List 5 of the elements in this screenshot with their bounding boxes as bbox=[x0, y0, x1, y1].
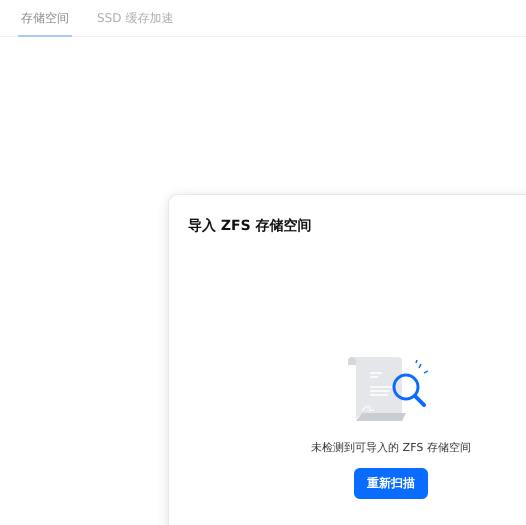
tab[interactable]: SSD 缓存加速 bbox=[94, 0, 176, 37]
tab[interactable]: 存储空间 bbox=[18, 0, 72, 37]
empty-message: 未检测到可导入的 ZFS 存储空间 bbox=[311, 440, 471, 455]
rescan-button[interactable]: 重新扫描 bbox=[354, 468, 428, 499]
dialog-title: 导入 ZFS 存储空间 bbox=[187, 216, 313, 235]
